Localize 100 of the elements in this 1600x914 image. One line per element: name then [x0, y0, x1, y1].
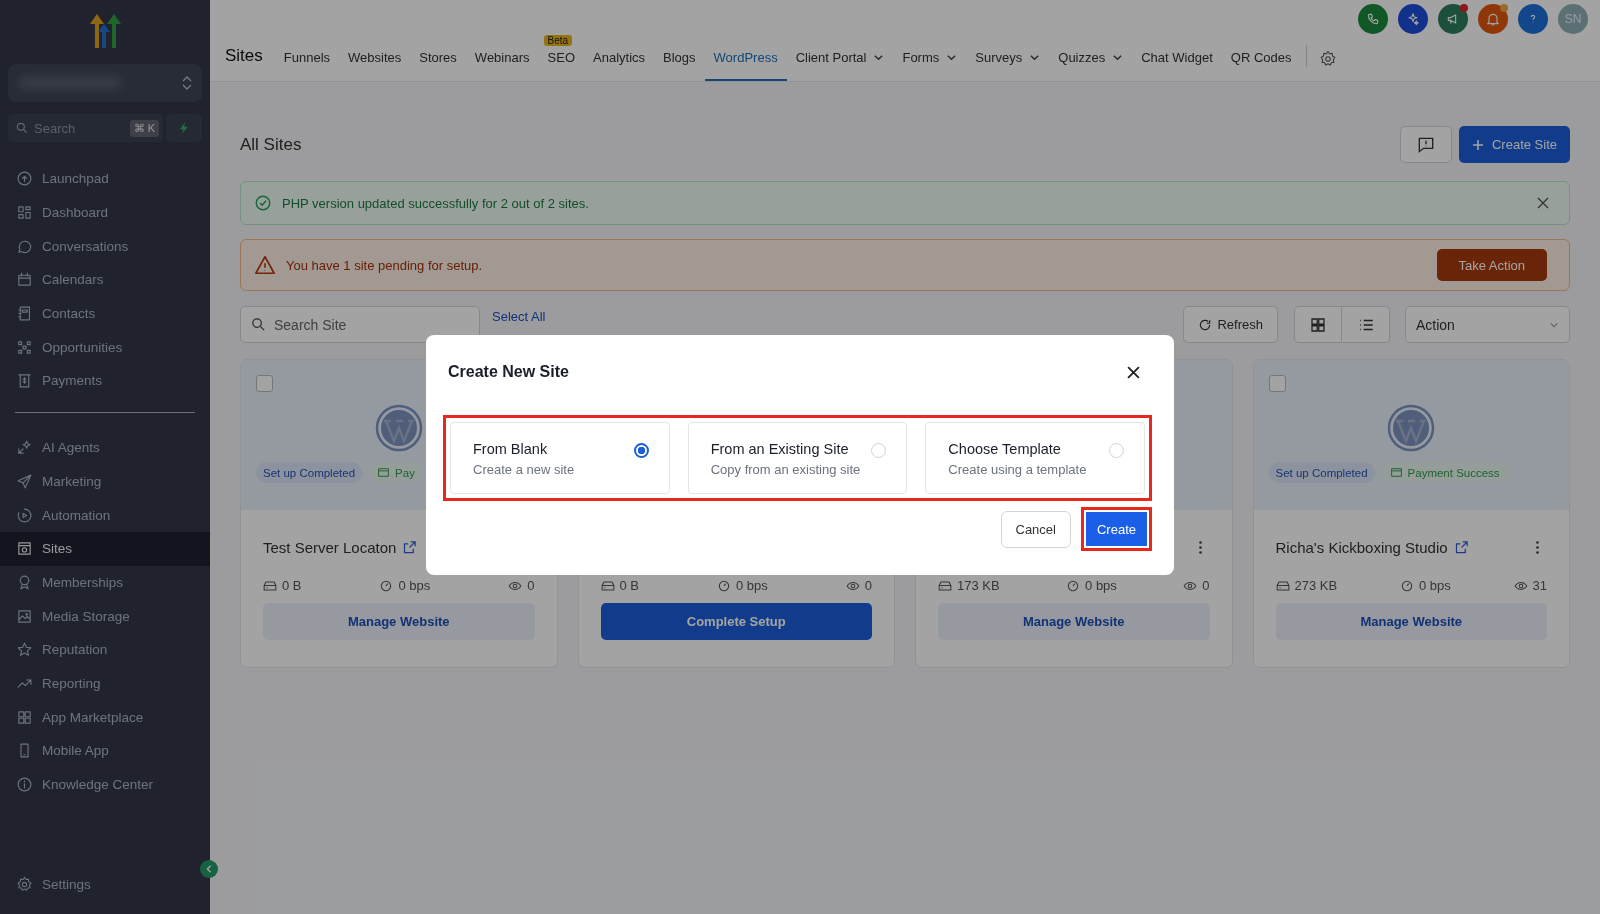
- alert-message: PHP version updated successfully for 2 out of 2 sites.: [282, 195, 590, 211]
- site-stat: 0: [508, 578, 535, 593]
- nav-tab[interactable]: Stores: [410, 36, 466, 81]
- search-field[interactable]: Search Site: [240, 306, 480, 343]
- toolbar-glyph-icon: [1405, 11, 1421, 27]
- sidebar-item[interactable]: Conversations: [0, 229, 210, 264]
- nav-tab[interactable]: Funnels: [274, 36, 340, 81]
- feedback-button[interactable]: [1399, 126, 1452, 163]
- drive-icon: [938, 578, 952, 593]
- sidebar-item[interactable]: Marketing: [0, 464, 210, 499]
- status-badge: Payment Success: [1382, 462, 1507, 483]
- complete-setup-button[interactable]: Complete Setup: [600, 603, 872, 640]
- sidebar-item[interactable]: Mobile App: [0, 734, 210, 768]
- option-description: Create a new site: [473, 462, 576, 477]
- sidebar-item[interactable]: Reputation: [0, 632, 210, 667]
- shortcut-hint: ⌘ K: [129, 120, 159, 137]
- manage-website-button[interactable]: Manage Website: [263, 603, 535, 640]
- more-icon[interactable]: [1535, 539, 1540, 555]
- sidebar-item[interactable]: Launchpad: [0, 162, 210, 196]
- external-link-icon[interactable]: [1453, 539, 1469, 555]
- sidebar-item[interactable]: AI Agents: [0, 430, 210, 465]
- status-badge: Set up Completed: [256, 462, 363, 483]
- info-icon: [16, 776, 33, 794]
- nav-tab[interactable]: Analytics: [584, 36, 655, 81]
- action-dropdown[interactable]: Action: [1405, 306, 1570, 343]
- sidebar-item[interactable]: Automation: [0, 498, 210, 532]
- nav-tab[interactable]: Webinars: [465, 36, 539, 81]
- site-stat: 0 bps: [379, 578, 431, 593]
- site-stat: 273 KB: [1275, 578, 1338, 593]
- create-button[interactable]: Create: [1085, 512, 1147, 546]
- sidebar-item[interactable]: Opportunities: [0, 330, 210, 365]
- alert-message: You have 1 site pending for setup.: [286, 257, 484, 273]
- collapse-button[interactable]: [200, 860, 218, 878]
- close-icon[interactable]: [1127, 365, 1140, 379]
- sidebar-item[interactable]: App Marketplace: [0, 700, 210, 734]
- nav-tab[interactable]: Surveys: [966, 36, 1050, 81]
- option-card[interactable]: Choose Template Create using a template: [925, 422, 1145, 494]
- settings-icon: [16, 875, 33, 893]
- site-stat: 0 bps: [717, 578, 768, 593]
- create-site-button[interactable]: Create Site: [1458, 126, 1570, 163]
- dashboard-icon: [16, 204, 33, 222]
- nav-tab[interactable]: Forms: [893, 36, 967, 81]
- radio-button[interactable]: [633, 443, 649, 458]
- site-name: Test Server Locaton: [263, 538, 397, 556]
- checkbox[interactable]: [256, 375, 273, 392]
- nav-tab[interactable]: QR Codes: [1221, 36, 1301, 81]
- sidebar-item[interactable]: Sites: [0, 531, 210, 566]
- manage-website-button[interactable]: Manage Website: [938, 603, 1210, 640]
- site-name: Richa's Kickboxing Studio: [1275, 538, 1448, 556]
- card-icon: [1389, 466, 1403, 479]
- more-icon[interactable]: [1197, 539, 1203, 555]
- toolbar-button[interactable]: [1478, 4, 1508, 34]
- opportunities-icon: [16, 338, 33, 356]
- sidebar-item[interactable]: Dashboard: [0, 195, 210, 230]
- nav-tab[interactable]: Client Portal: [786, 36, 894, 81]
- sidebar-item[interactable]: Contacts: [0, 296, 210, 331]
- gauge-icon: [379, 578, 394, 593]
- wordpress-logo-icon: [374, 404, 423, 452]
- grid-view-button[interactable]: [1294, 306, 1342, 343]
- nav-tab[interactable]: Chat Widget: [1132, 36, 1222, 81]
- search-icon: [15, 121, 29, 135]
- drive-icon: [263, 578, 277, 593]
- nav-tab[interactable]: WordPress: [704, 36, 787, 81]
- option-card[interactable]: From an Existing Site Copy from an existing site: [687, 422, 908, 494]
- list-view-button[interactable]: [1342, 306, 1390, 343]
- warning-icon: [254, 254, 276, 276]
- option-description: Create using a template: [948, 462, 1088, 477]
- nav-tab[interactable]: Websites: [339, 36, 411, 81]
- toolbar-button[interactable]: [1518, 4, 1548, 34]
- launchpad-icon: [16, 170, 33, 188]
- search-icon: [250, 316, 267, 333]
- sidebar-item[interactable]: Media Storage: [0, 599, 210, 633]
- select-all-link[interactable]: Select All: [492, 309, 546, 324]
- status-badge: Pay: [370, 462, 422, 483]
- checkbox[interactable]: [1268, 375, 1286, 392]
- chevron-left-icon: [205, 865, 213, 873]
- sidebar-item[interactable]: Reporting: [0, 666, 210, 701]
- external-link-icon[interactable]: [402, 539, 418, 555]
- option-card[interactable]: From Blank Create a new site: [450, 422, 670, 494]
- manage-website-button[interactable]: Manage Website: [1275, 603, 1547, 640]
- sidebar-item[interactable]: Calendars: [0, 263, 210, 297]
- toolbar-button[interactable]: [1438, 4, 1468, 34]
- settings-icon[interactable]: [1319, 49, 1338, 68]
- nav-tab[interactable]: Beta SEO: [538, 36, 584, 81]
- grid-icon: [1309, 315, 1327, 334]
- nav-tab[interactable]: Quizzes: [1049, 36, 1133, 81]
- nav-tab[interactable]: Blogs: [654, 36, 705, 81]
- dialog-title: Create New Site: [448, 363, 569, 381]
- contacts-icon: [16, 305, 33, 323]
- sidebar-item[interactable]: Knowledge Center: [0, 767, 210, 802]
- refresh-button[interactable]: Refresh: [1183, 306, 1278, 343]
- send-icon: [16, 472, 33, 490]
- account-switcher[interactable]: [8, 64, 202, 102]
- cancel-button[interactable]: Cancel: [1000, 510, 1071, 548]
- toolbar-button[interactable]: [1398, 4, 1428, 34]
- take-action-button[interactable]: Take Action: [1436, 249, 1547, 281]
- sidebar-item[interactable]: Payments: [0, 364, 210, 398]
- star-icon: [16, 641, 33, 659]
- toolbar-button[interactable]: [1358, 4, 1388, 34]
- sparkle-icon: [16, 439, 33, 457]
